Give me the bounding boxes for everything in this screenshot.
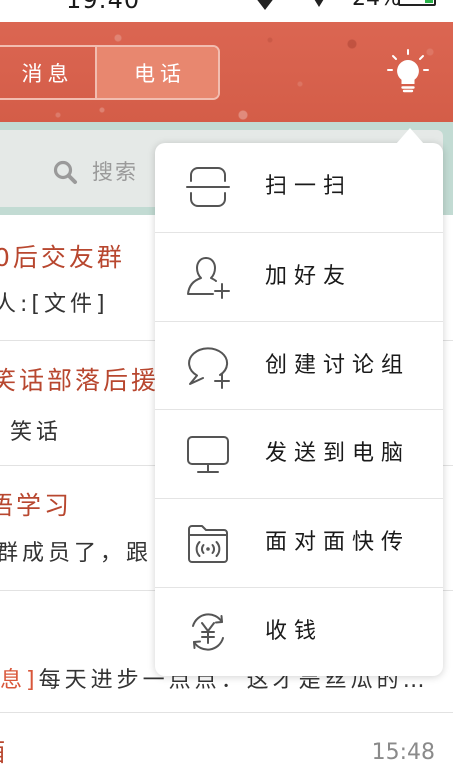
conversation-preview: 人:[文件] — [0, 292, 109, 317]
menu-item-label: 扫一扫 — [265, 174, 353, 200]
menu-item-send-to-computer[interactable]: 发送到电脑 — [155, 409, 443, 498]
conversation-item[interactable]: 酒 15:48 — [0, 712, 453, 768]
conversation-preview: 群成员了，跟 — [0, 541, 153, 566]
battery-percentage: 24% — [352, 0, 401, 13]
tab-calls[interactable]: 电话 — [97, 47, 218, 98]
tab-switcher: 消息 电话 — [0, 45, 220, 100]
menu-item-receive-money[interactable]: 收钱 — [155, 587, 443, 676]
add-friend-icon — [187, 256, 230, 299]
search-placeholder: 搜索 — [92, 160, 138, 184]
menu-item-label: 创建讨论组 — [265, 352, 411, 378]
receive-money-icon — [192, 613, 224, 651]
menu-pointer — [396, 128, 424, 144]
wifi-icon — [257, 0, 273, 10]
menu-item-label: 面对面快传 — [265, 530, 411, 556]
scan-icon — [186, 167, 230, 208]
status-time: 19:40 — [66, 0, 141, 14]
tab-messages[interactable]: 消息 — [0, 47, 97, 98]
battery-level-fill — [424, 0, 433, 3]
menu-item-label: 收钱 — [265, 619, 324, 645]
menu-item-create-discussion[interactable]: 创建讨论组 — [155, 320, 443, 410]
app-header: 消息 电话 — [0, 22, 453, 122]
face-to-face-transfer-icon — [188, 525, 228, 564]
conversation-title: 笑话部落后援 — [0, 366, 160, 395]
send-to-computer-icon — [187, 436, 229, 474]
menu-item-label: 发送到电脑 — [265, 441, 411, 467]
conversation-title: 0后交友群 — [0, 243, 125, 272]
status-bar: 19:40 24% — [0, 0, 453, 22]
light-bulb-icon[interactable] — [386, 48, 430, 96]
menu-item-add-friend[interactable]: 加好友 — [155, 231, 443, 321]
create-discussion-icon — [188, 346, 230, 389]
menu-item-face-to-face-transfer[interactable]: 面对面快传 — [155, 498, 443, 587]
battery-icon — [398, 0, 436, 6]
conversation-title: 酒 — [0, 737, 8, 768]
signal-icon — [314, 0, 324, 7]
conversation-preview: 笑话 — [10, 420, 63, 445]
search-icon — [53, 160, 77, 184]
conversation-time: 15:48 — [371, 740, 435, 765]
menu-item-label: 加好友 — [265, 263, 353, 289]
preview-tag: 息] — [0, 668, 39, 693]
conversation-title: 语学习 — [0, 491, 73, 520]
menu-item-scan[interactable]: 扫一扫 — [155, 143, 443, 232]
plus-popup-menu: 扫一扫 加好友 创建讨论组 发送到电脑 面对面快传 收钱 — [155, 143, 443, 676]
